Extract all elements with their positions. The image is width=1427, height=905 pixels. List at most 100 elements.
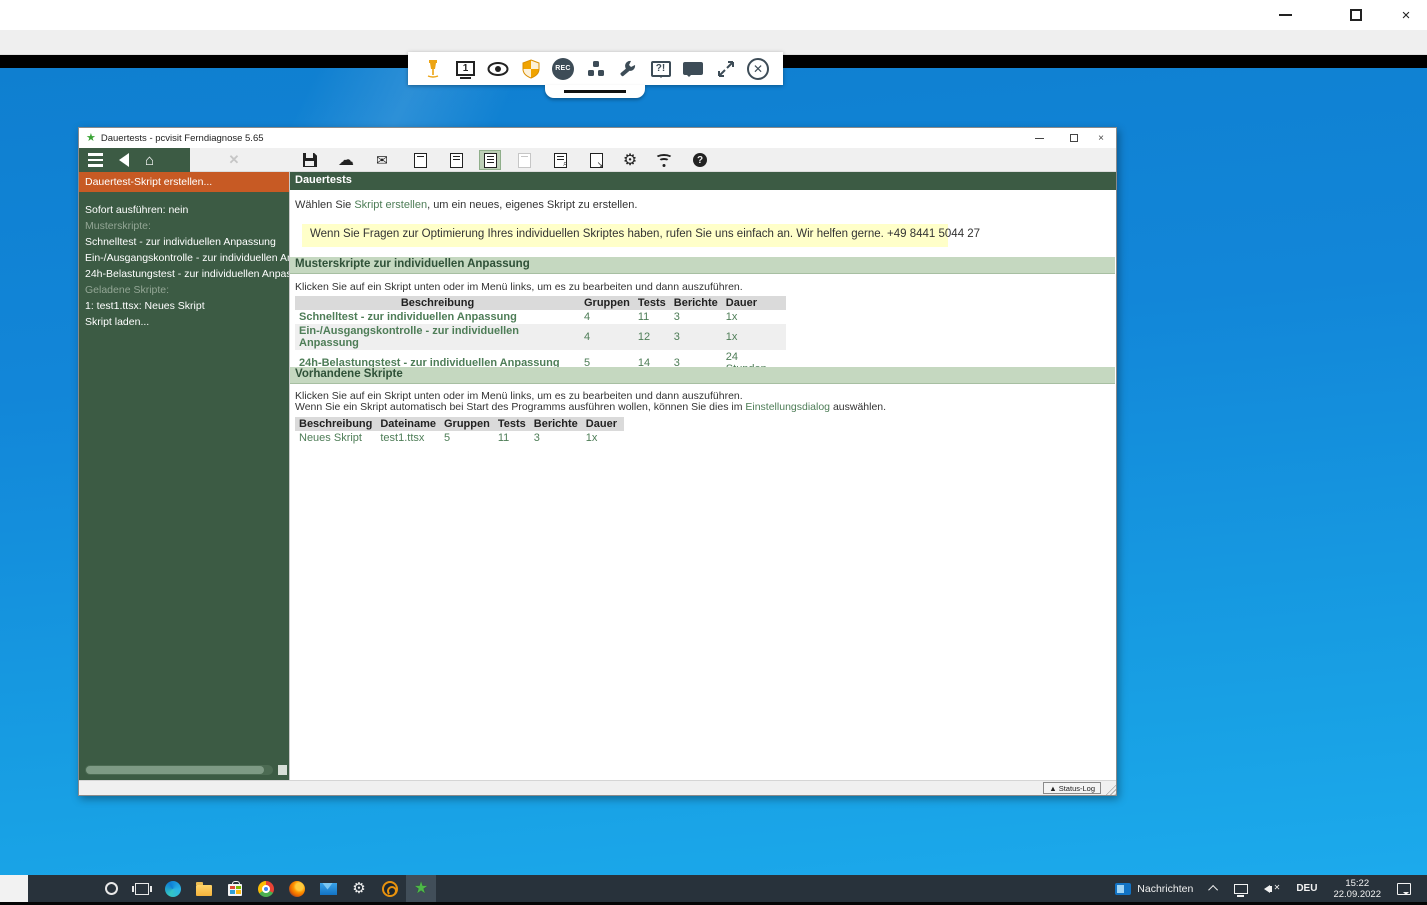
taskbar-edge-button[interactable] — [158, 875, 188, 902]
tools-button[interactable] — [615, 56, 641, 82]
report-preview-icon[interactable]: ⌕ — [549, 150, 571, 170]
content-pane: Dauertests Wählen Sie Skript erstellen, … — [289, 172, 1116, 780]
sidebar-horizontal-scrollbar[interactable] — [85, 765, 273, 775]
sidebar-item-schnelltest[interactable]: Schnelltest - zur individuellen Anpassun… — [79, 234, 289, 250]
pin-toolbar-button[interactable] — [420, 56, 446, 82]
vorhandene-hint-2: Wenn Sie ein Skript automatisch bei Star… — [295, 401, 886, 413]
task-view-icon — [135, 883, 149, 895]
wifi-icon[interactable] — [653, 150, 675, 170]
mail-icon[interactable]: ✉ — [371, 150, 393, 170]
eye-icon — [487, 62, 509, 76]
sidebar-item-24h-belastungstest[interactable]: 24h-Belastungstest - zur individuellen A… — [79, 266, 289, 282]
toolbar-handle[interactable] — [545, 85, 645, 98]
scrollbar-right-button[interactable] — [278, 765, 287, 775]
news-label: Nachrichten — [1137, 883, 1193, 895]
start-button[interactable] — [0, 875, 28, 902]
firefox-icon — [289, 881, 305, 897]
minimize-icon — [1035, 138, 1044, 139]
status-log-button[interactable]: ▲ Status-Log — [1043, 782, 1101, 794]
taskbar-firefox-button[interactable] — [282, 875, 312, 902]
tray-clock[interactable]: 15:22 22.09.2022 — [1325, 878, 1389, 900]
chat-icon — [683, 62, 703, 75]
pcvisit-star-icon: ★ — [414, 881, 428, 897]
microsoft-store-icon — [228, 884, 242, 896]
back-icon[interactable] — [119, 153, 129, 167]
taskbar-store-button[interactable] — [220, 875, 250, 902]
app-maximize-button[interactable] — [1059, 128, 1089, 148]
maximize-icon — [1070, 134, 1078, 142]
skript-erstellen-link[interactable]: Skript erstellen — [354, 199, 427, 211]
sidebar-group-musterskripte: Musterskripte: — [79, 218, 289, 234]
app-titlebar[interactable]: ★ Dauertests - pcvisit Ferndiagnose 5.65 — [79, 128, 1116, 148]
chrome-icon — [258, 881, 274, 897]
table-row[interactable]: Schnelltest - zur individuellen Anpassun… — [295, 310, 786, 324]
sidebar-item-sofort-ausfuehren[interactable]: Sofort ausführen: nein — [79, 202, 289, 218]
monitor-select-button[interactable]: 1 — [453, 56, 479, 82]
fullscreen-button[interactable] — [713, 56, 739, 82]
problem-report-button[interactable]: ?! — [648, 56, 674, 82]
security-button[interactable] — [518, 56, 544, 82]
end-session-button[interactable]: ✕ — [745, 56, 771, 82]
help-icon[interactable]: ? — [689, 150, 711, 170]
chat-button[interactable] — [680, 56, 706, 82]
cloud-icon[interactable]: ☁ — [335, 150, 357, 170]
table-row[interactable]: Neues Skript test1.ttsx 5 11 3 1x — [295, 431, 624, 445]
outer-maximize-button[interactable] — [1333, 0, 1379, 30]
taskbar-chrome-button[interactable] — [251, 875, 281, 902]
tray-volume-button[interactable]: ✕ — [1256, 883, 1288, 895]
tray-language-button[interactable]: DEU — [1288, 883, 1325, 894]
settings-gear-icon[interactable]: ⚙ — [619, 150, 641, 170]
system-tray: Nachrichten ✕ DEU 15:22 22.09.2022 — [1105, 875, 1419, 902]
app-minimize-button[interactable] — [1024, 128, 1054, 148]
action-center-button[interactable] — [1389, 883, 1419, 895]
einstellungsdialog-link[interactable]: Einstellungsdialog — [745, 401, 830, 413]
report-detail-icon-active[interactable] — [479, 150, 501, 170]
maximize-icon — [1350, 9, 1362, 21]
report-disabled-icon — [513, 150, 535, 170]
taskbar-recorder-button[interactable] — [375, 875, 405, 902]
toolbar-nav-block: ⌂ — [79, 148, 190, 172]
sidebar-item-test1-ttsx[interactable]: 1: test1.ttsx: Neues Skript — [79, 298, 289, 314]
clock-time: 15:22 — [1333, 878, 1381, 889]
outer-titlebar — [0, 0, 1427, 30]
taskbar-mail-button[interactable] — [313, 875, 343, 902]
edge-icon — [165, 881, 181, 897]
network-display-icon — [1234, 884, 1248, 894]
sidebar-item-ein-ausgangskontrolle[interactable]: Ein-/Ausgangskontrolle - zur individuell… — [79, 250, 289, 266]
taskbar-pcvisit-button-active[interactable]: ★ — [406, 875, 436, 902]
taskbar: ⚙ ★ Nachrichten ✕ DEU 15:22 22.09.2022 — [0, 875, 1427, 902]
news-icon — [1115, 883, 1131, 895]
task-view-button[interactable] — [127, 875, 157, 902]
blocks-icon — [587, 60, 605, 78]
app-close-button[interactable]: × — [1086, 128, 1116, 148]
report-brief-icon[interactable] — [409, 150, 431, 170]
resize-grip[interactable] — [1103, 782, 1116, 795]
speaker-muted-icon: ✕ — [1264, 883, 1280, 895]
table-row[interactable]: Ein-/Ausgangskontrolle - zur individuell… — [295, 324, 786, 350]
tray-overflow-button[interactable] — [1203, 885, 1226, 892]
sidebar-item-skript-erstellen[interactable]: Dauertest-Skript erstellen... — [79, 172, 289, 192]
taskbar-settings-button[interactable]: ⚙ — [344, 875, 374, 902]
record-button[interactable]: REC — [550, 56, 576, 82]
save-icon[interactable] — [299, 150, 321, 170]
taskbar-explorer-button[interactable] — [189, 875, 219, 902]
sessions-button[interactable] — [583, 56, 609, 82]
app-star-icon: ★ — [86, 133, 96, 144]
outer-close-button[interactable]: × — [1383, 0, 1427, 30]
sidebar-item-skript-laden[interactable]: Skript laden... — [79, 314, 289, 330]
outer-minimize-button[interactable] — [1262, 0, 1308, 30]
handle-grip-line — [564, 90, 626, 93]
cancel-icon: ✕ — [223, 150, 245, 170]
view-button[interactable] — [485, 56, 511, 82]
minimize-icon — [1279, 14, 1292, 16]
report-standard-icon[interactable] — [445, 150, 467, 170]
menu-icon[interactable] — [88, 153, 103, 167]
table-header-row: Beschreibung Gruppen Tests Berichte Daue… — [295, 296, 786, 310]
taskbar-search-button[interactable] — [96, 875, 126, 902]
scrollbar-thumb[interactable] — [86, 766, 264, 774]
action-center-icon — [1397, 883, 1411, 895]
news-widget[interactable]: Nachrichten — [1105, 883, 1203, 895]
home-icon[interactable]: ⌂ — [145, 153, 154, 168]
tray-network-button[interactable] — [1226, 884, 1256, 894]
export-script-icon[interactable]: ↘ — [585, 150, 607, 170]
